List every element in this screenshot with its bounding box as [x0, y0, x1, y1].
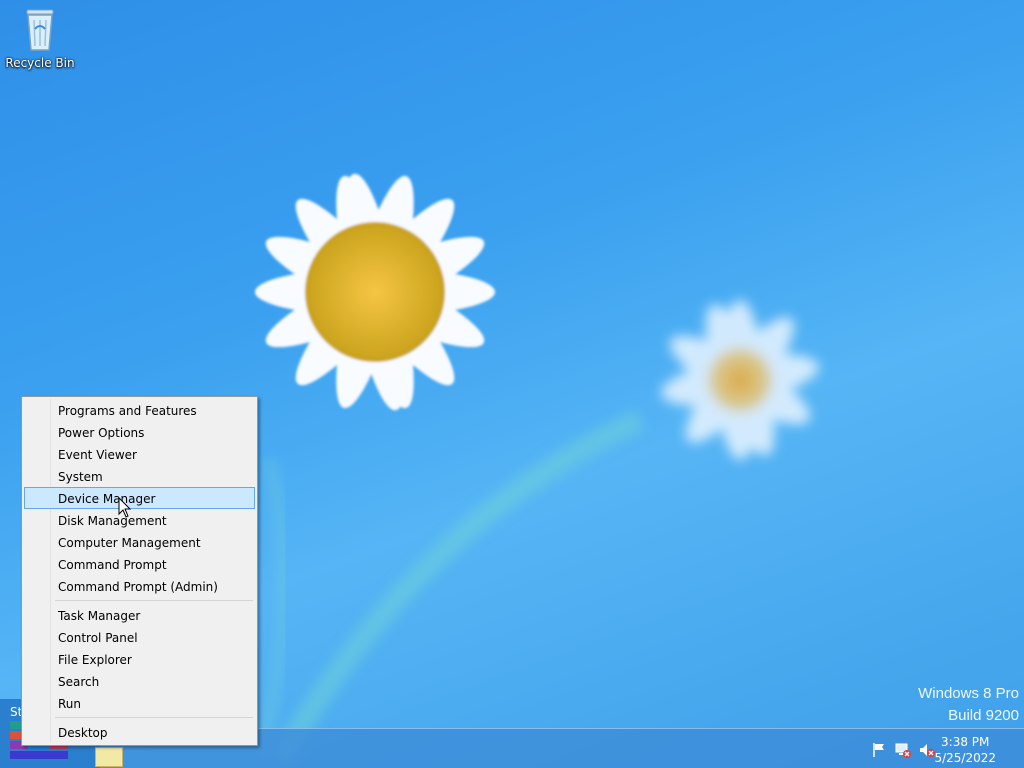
tile-icon [10, 751, 68, 759]
action-center-flag-icon[interactable] [870, 741, 888, 759]
winx-context-menu: Programs and Features Power Options Event … [21, 396, 258, 746]
menu-item-file-explorer[interactable]: File Explorer [24, 648, 255, 670]
watermark-edition: Windows 8 Pro [918, 685, 1019, 702]
menu-item-programs-and-features[interactable]: Programs and Features [24, 399, 255, 421]
windows-build-watermark: Windows 8 Pro Build 9200 [918, 683, 1019, 727]
clock-time: 3:38 PM [941, 735, 990, 749]
menu-item-command-prompt[interactable]: Command Prompt [24, 553, 255, 575]
menu-item-control-panel[interactable]: Control Panel [24, 626, 255, 648]
notification-area [870, 741, 936, 759]
menu-item-system[interactable]: System [24, 465, 255, 487]
file-explorer-taskbar-icon[interactable] [95, 747, 123, 767]
taskbar-clock[interactable]: 3:38 PM 5/25/2022 [934, 734, 996, 766]
menu-separator [24, 597, 255, 604]
menu-item-search[interactable]: Search [24, 670, 255, 692]
menu-separator [24, 714, 255, 721]
recycle-bin-shortcut[interactable]: Recycle Bin [4, 4, 76, 76]
menu-item-disk-management[interactable]: Disk Management [24, 509, 255, 531]
watermark-build: Build 9200 [948, 707, 1019, 724]
menu-item-desktop[interactable]: Desktop [24, 721, 255, 743]
mouse-cursor-icon [118, 497, 132, 518]
menu-item-computer-management[interactable]: Computer Management [24, 531, 255, 553]
menu-item-run[interactable]: Run [24, 692, 255, 714]
menu-item-device-manager[interactable]: Device Manager [24, 487, 255, 509]
recycle-bin-label: Recycle Bin [5, 56, 75, 70]
clock-date: 5/25/2022 [934, 751, 996, 765]
menu-item-event-viewer[interactable]: Event Viewer [24, 443, 255, 465]
recycle-bin-icon [26, 9, 54, 51]
volume-muted-icon[interactable] [918, 741, 936, 759]
network-disconnected-icon[interactable] [894, 741, 912, 759]
menu-item-task-manager[interactable]: Task Manager [24, 604, 255, 626]
menu-item-command-prompt-admin[interactable]: Command Prompt (Admin) [24, 575, 255, 597]
menu-item-power-options[interactable]: Power Options [24, 421, 255, 443]
